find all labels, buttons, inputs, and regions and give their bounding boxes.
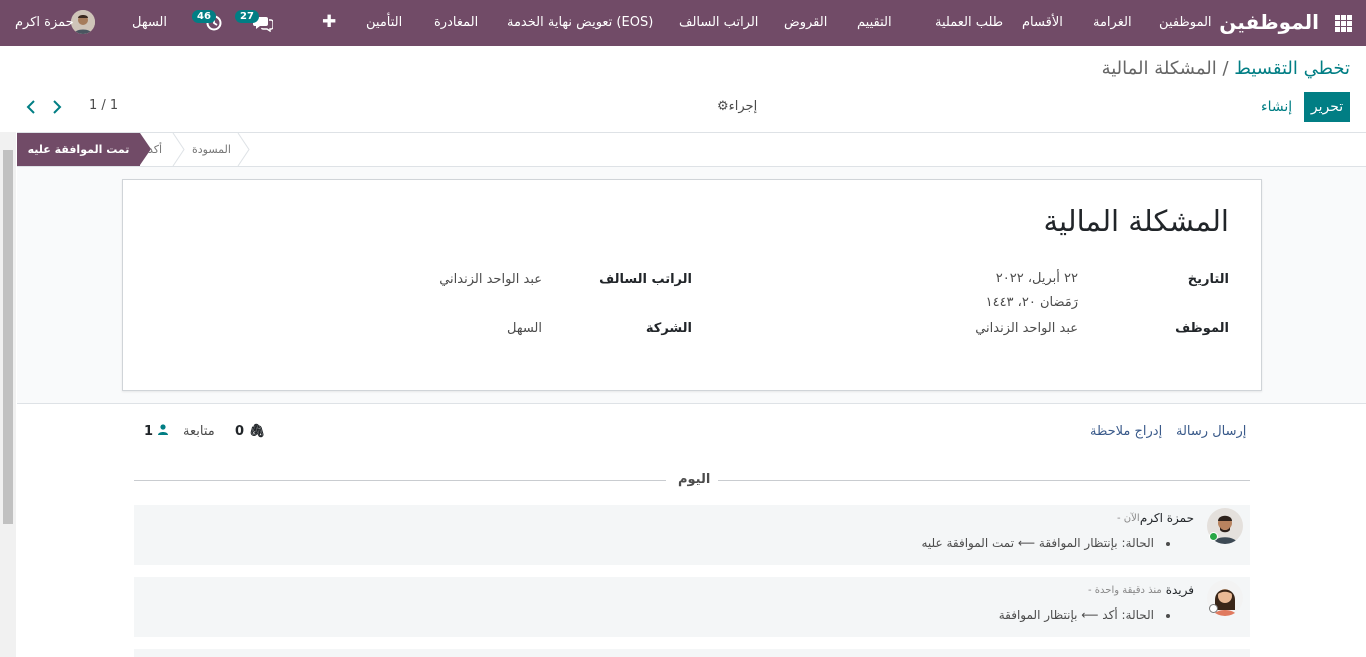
stage-draft[interactable]: المسودة — [192, 133, 231, 166]
menu-salary-advance[interactable]: الراتب السالف — [679, 15, 758, 30]
date-value: ٢٢ أبريل، ٢٠٢٢ — [995, 271, 1078, 286]
breadcrumb-current: المشكلة المالية — [1101, 58, 1217, 79]
activities-count-badge: 46 — [192, 10, 216, 23]
date-separator-label: اليوم — [678, 472, 711, 487]
date-separator-line — [718, 480, 1250, 481]
follow-button[interactable]: متابعة — [183, 424, 215, 439]
breadcrumb-separator: / — [1222, 58, 1229, 79]
salary-advance-label: الراتب السالف — [599, 272, 692, 287]
followers-count: 1 — [144, 424, 154, 439]
message-time: - الآن — [1117, 513, 1140, 524]
salary-advance-value[interactable]: عبد الواحد الزنداني — [439, 272, 542, 287]
status-bar: تمت الموافقة عليه أكد المسودة — [17, 132, 1366, 167]
top-navbar: الموظفين الموظفين الغرامة الأقسام طلب ال… — [0, 0, 1366, 46]
app-brand[interactable]: الموظفين — [1219, 10, 1319, 34]
message-author[interactable]: حمزة اكرم — [1140, 511, 1194, 525]
messages-count-badge: 27 — [235, 10, 259, 23]
action-menu[interactable]: ⚙إجراء — [717, 99, 757, 114]
date-separator-line — [134, 480, 666, 481]
list-bullet — [1166, 542, 1170, 546]
message-author[interactable]: فريدة — [1166, 583, 1194, 597]
menu-insurance[interactable]: التأمين — [366, 15, 402, 30]
record-title: المشكلة المالية — [1043, 204, 1229, 238]
offline-status-dot — [1209, 604, 1218, 613]
quick-create-icon[interactable]: ✚ — [322, 12, 336, 32]
action-menu-label: إجراء — [728, 99, 758, 114]
scrollbar[interactable] — [0, 132, 16, 657]
send-message-button[interactable]: إرسال رسالة — [1176, 424, 1246, 439]
stage-divider — [237, 133, 250, 166]
employee-label: الموظف — [1175, 321, 1229, 336]
user-menu[interactable]: حمزة اكرم — [15, 15, 74, 30]
chatter-message — [134, 649, 1250, 657]
chatter-message: حمزة اكرم - الآن الحالة: بإنتظار الموافق… — [134, 505, 1250, 565]
menu-evaluation[interactable]: التقييم — [857, 15, 892, 30]
user-avatar[interactable] — [71, 10, 95, 34]
apps-menu-icon[interactable] — [1335, 15, 1352, 32]
tracking-value: الحالة: أكد ⟵ بإنتظار الموافقة — [998, 608, 1154, 622]
employee-value[interactable]: عبد الواحد الزنداني — [975, 321, 1078, 336]
menu-loans[interactable]: القروض — [784, 15, 827, 30]
menu-employees[interactable]: الموظفين — [1159, 15, 1212, 30]
scrollbar-thumb[interactable] — [3, 150, 13, 524]
edit-button[interactable]: تحرير — [1304, 92, 1350, 122]
user-icon — [157, 424, 168, 435]
followers-button[interactable]: 1 — [144, 424, 168, 439]
pager-prev-icon[interactable] — [26, 100, 36, 114]
menu-departments[interactable]: الأقسام — [1022, 15, 1063, 30]
stage-divider — [172, 133, 185, 166]
list-bullet — [1166, 614, 1170, 618]
paperclip-icon: 🖇 — [248, 424, 266, 439]
breadcrumb: تخطي التقسيط / المشكلة المالية — [1102, 58, 1350, 79]
menu-process-request[interactable]: طلب العملية — [935, 15, 1003, 30]
log-note-button[interactable]: إدراج ملاحظة — [1090, 424, 1162, 439]
stage-approved[interactable]: تمت الموافقة عليه — [17, 133, 151, 166]
attachments-count: 0 — [235, 424, 245, 439]
date-label: التاريخ — [1187, 272, 1229, 287]
attachments-button[interactable]: 0 🖇 — [235, 424, 265, 439]
company-switcher[interactable]: السهل — [132, 15, 167, 30]
stage-confirmed[interactable]: أكد — [148, 133, 162, 166]
create-button[interactable]: إنشاء — [1261, 99, 1292, 115]
menu-leave[interactable]: المغادرة — [434, 15, 478, 30]
form-sheet: المشكلة المالية التاريخ ٢٢ أبريل، ٢٠٢٢ ر… — [122, 179, 1262, 391]
company-label: الشركة — [645, 321, 692, 336]
pager-next-icon[interactable] — [52, 100, 62, 114]
menu-eos[interactable]: تعويض نهاية الخدمة (EOS) — [507, 15, 653, 30]
menu-penalty[interactable]: الغرامة — [1093, 15, 1132, 30]
chatter-message: فريدة - منذ دقيقة واحدة الحالة: أكد ⟵ بإ… — [134, 577, 1250, 637]
online-status-dot — [1209, 532, 1218, 541]
company-value[interactable]: السهل — [507, 321, 542, 336]
date-hijri-value: رَمَضان ٢٠، ١٤٤٣ — [985, 295, 1078, 310]
tracking-value: الحالة: بإنتظار الموافقة ⟵ تمت الموافقة … — [921, 536, 1154, 550]
pager-value[interactable]: 1 / 1 — [89, 98, 118, 113]
gear-icon: ⚙ — [717, 99, 729, 114]
breadcrumb-parent-link[interactable]: تخطي التقسيط — [1234, 58, 1350, 79]
message-time: - منذ دقيقة واحدة — [1088, 585, 1162, 596]
